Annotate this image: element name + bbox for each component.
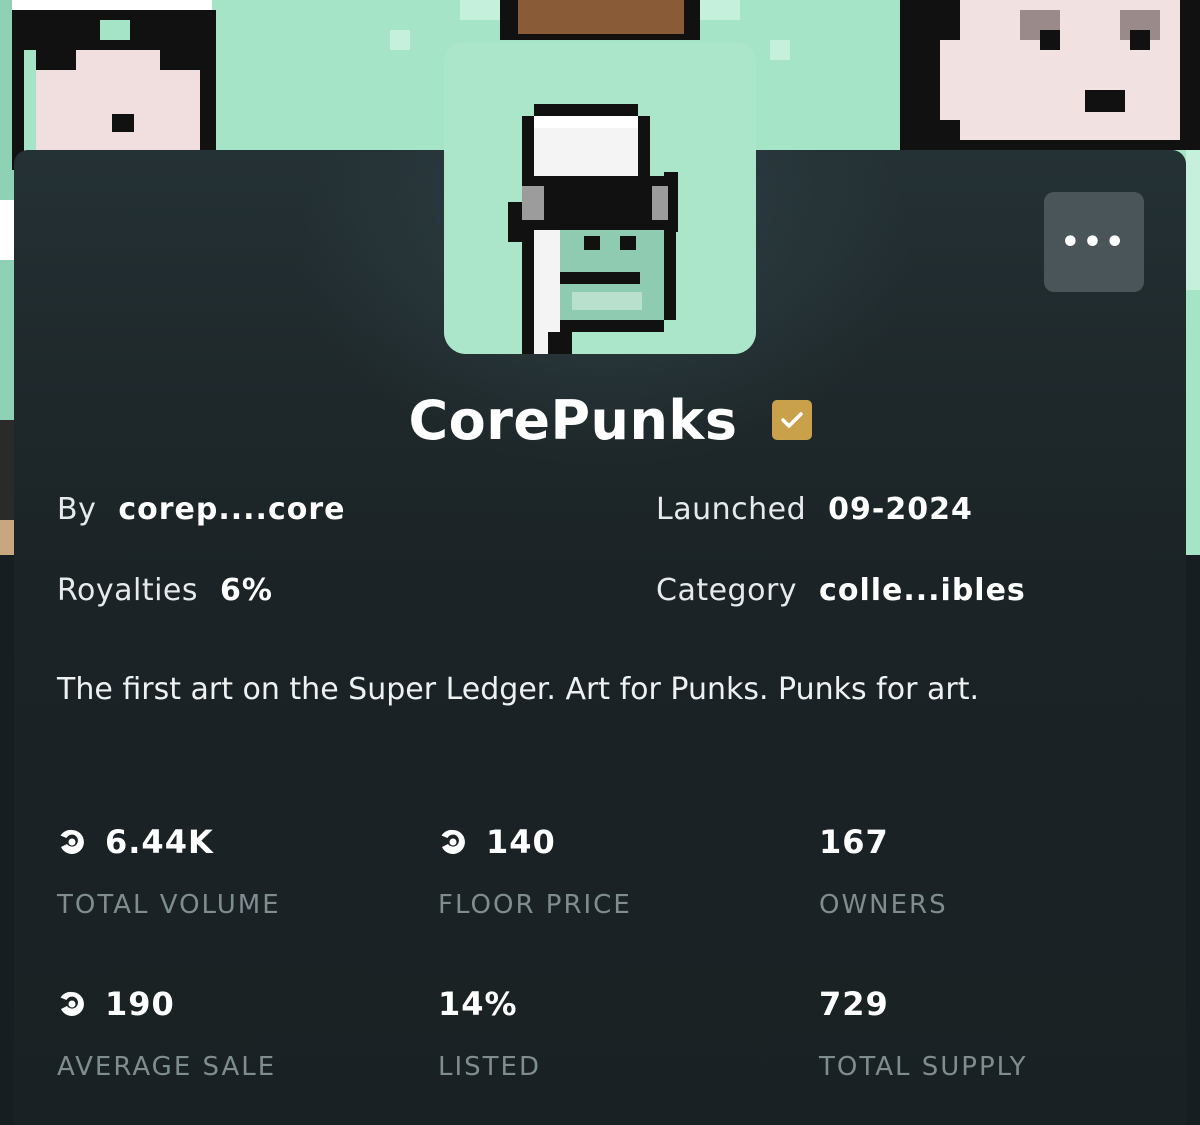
stat-value: 140	[486, 823, 556, 861]
creator-info: By corep....core	[57, 492, 345, 527]
category-info: Category colle...ibles	[656, 573, 1026, 608]
stat-value-row: 6.44K	[57, 822, 417, 862]
punk-avatar-image	[444, 42, 756, 354]
creator-value[interactable]: corep....core	[118, 492, 345, 527]
stat-label: TOTAL SUPPLY	[819, 1052, 1028, 1082]
stat-floor-price: 140 FLOOR PRICE	[438, 822, 798, 920]
stat-value: 6.44K	[105, 823, 214, 861]
creator-label: By	[57, 492, 97, 527]
stat-label: FLOOR PRICE	[438, 890, 632, 920]
stat-owners: 167 OWNERS	[819, 822, 1179, 920]
collection-page: ••• CorePunks By corep....core Launched 09…	[0, 0, 1200, 1125]
category-value[interactable]: colle...ibles	[819, 573, 1026, 608]
collection-description: The first art on the Super Ledger. Art f…	[57, 672, 979, 707]
core-coin-icon	[60, 991, 84, 1016]
launched-value: 09-2024	[828, 492, 973, 527]
stat-value: 729	[819, 985, 889, 1023]
stat-label: AVERAGE SALE	[57, 1052, 277, 1082]
stat-value-row: 729	[819, 984, 1179, 1024]
launched-info: Launched 09-2024	[656, 492, 973, 527]
royalties-label: Royalties	[57, 573, 199, 608]
collection-title-row: CorePunks	[0, 385, 1200, 455]
launched-label: Launched	[656, 492, 807, 527]
stat-label: TOTAL VOLUME	[57, 890, 281, 920]
royalties-value: 6%	[220, 573, 273, 608]
stat-value-row: 140	[438, 822, 798, 862]
core-coin-icon	[441, 829, 465, 854]
stat-label: LISTED	[438, 1052, 541, 1082]
verified-badge-icon	[771, 400, 812, 440]
royalties-info: Royalties 6%	[57, 573, 273, 608]
stat-average-sale: 190 AVERAGE SALE	[57, 984, 417, 1082]
category-label: Category	[656, 573, 798, 608]
collection-title: CorePunks	[408, 388, 738, 452]
stat-value: 14%	[438, 985, 518, 1023]
stat-label: OWNERS	[819, 890, 948, 920]
stat-value: 190	[105, 985, 175, 1023]
stat-value: 167	[819, 823, 889, 861]
stat-total-supply: 729 TOTAL SUPPLY	[819, 984, 1179, 1082]
collection-avatar	[444, 42, 756, 354]
stat-listed: 14% LISTED	[438, 984, 798, 1082]
stat-total-volume: 6.44K TOTAL VOLUME	[57, 822, 417, 920]
core-coin-icon	[60, 829, 84, 854]
more-options-button[interactable]: •••	[1044, 192, 1144, 292]
checkmark-icon	[780, 412, 803, 428]
more-options-icon: •••	[1060, 224, 1128, 260]
stat-value-row: 190	[57, 984, 417, 1024]
stat-value-row: 14%	[438, 984, 798, 1024]
stat-value-row: 167	[819, 822, 1179, 862]
